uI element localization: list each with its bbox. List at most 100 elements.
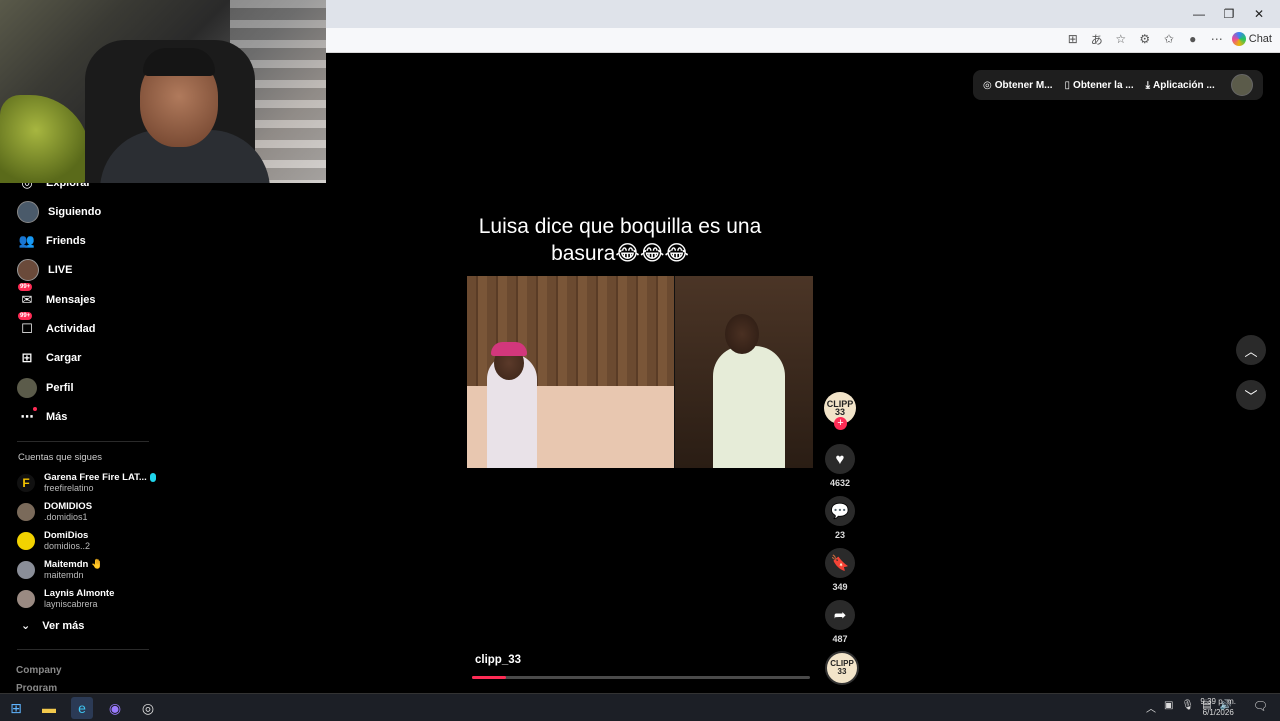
following-account[interactable]: F Garena Free Fire LAT... freefirelatino bbox=[17, 470, 156, 496]
app-available-icon[interactable]: ⊞ bbox=[1064, 30, 1082, 48]
sidebar-item-mas[interactable]: ⋯ Más bbox=[17, 405, 67, 429]
video-author[interactable]: clipp_33 bbox=[475, 654, 521, 666]
see-more-label: Ver más bbox=[42, 619, 85, 632]
file-explorer-icon[interactable]: ▬ bbox=[38, 697, 60, 719]
sidebar-item-siguiendo[interactable]: Siguiendo bbox=[17, 200, 101, 224]
bookmark-icon: 🔖 bbox=[830, 555, 850, 572]
sidebar-item-live[interactable]: LIVE bbox=[17, 258, 72, 282]
sidebar-item-label: Cargar bbox=[46, 352, 82, 364]
tray-expand-icon[interactable]: ︿ bbox=[1146, 700, 1156, 715]
account-handle: .domidios1 bbox=[44, 512, 88, 522]
sidebar-item-label: LIVE bbox=[48, 264, 73, 276]
get-coins-button[interactable]: ◎ Obtener M... bbox=[983, 80, 1053, 91]
top-action-label: Obtener la ... bbox=[1073, 79, 1134, 91]
comment-count: 23 bbox=[834, 530, 845, 540]
video-progress-bar[interactable] bbox=[472, 676, 810, 679]
notifications-icon[interactable]: 🗨 bbox=[1253, 699, 1268, 713]
top-action-label: Obtener M... bbox=[994, 79, 1053, 91]
account-name: Maitemdn 🤚 bbox=[44, 559, 103, 570]
account-names: Garena Free Fire LAT... freefirelatino bbox=[44, 472, 147, 494]
translate-icon[interactable]: あ bbox=[1088, 30, 1106, 48]
close-button[interactable]: ✕ bbox=[1244, 4, 1274, 24]
follow-plus-button[interactable]: + bbox=[834, 417, 847, 430]
video-player[interactable] bbox=[467, 276, 813, 468]
account-handle: layniscabrera bbox=[44, 599, 98, 609]
copilot-icon bbox=[1231, 32, 1246, 46]
toolbar-icons: ⊞ あ ☆ ⚙ ✩ ● ⋯ Chat bbox=[1064, 30, 1272, 48]
sidebar-item-perfil[interactable]: Perfil bbox=[17, 376, 74, 400]
account-handle: maitemdn bbox=[44, 570, 84, 580]
window-controls: — ❐ ✕ bbox=[1184, 4, 1274, 24]
account-name: DOMIDIOS bbox=[44, 501, 93, 512]
account-avatar bbox=[17, 561, 35, 579]
discord-icon[interactable]: ◉ bbox=[104, 697, 126, 719]
sidebar-item-label: Friends bbox=[46, 235, 86, 247]
following-account[interactable]: DOMIDIOS .domidios1 bbox=[17, 499, 92, 525]
share-button[interactable]: ➦ bbox=[825, 600, 855, 630]
account-avatar: F bbox=[17, 474, 35, 492]
video-caption: Luisa dice que boquilla es una basura😂😂😂 bbox=[478, 215, 762, 265]
comment-button[interactable]: 💬 bbox=[825, 496, 855, 526]
sidebar-item-label: Mensajes bbox=[46, 294, 96, 306]
account-avatar bbox=[17, 590, 35, 608]
messages-icon: ✉ 99+ bbox=[18, 283, 33, 307]
like-count: 4632 bbox=[829, 478, 851, 488]
account-handle: freefirelatino bbox=[44, 483, 94, 493]
favorite-star-icon[interactable]: ☆ bbox=[1112, 30, 1130, 48]
download-app-button[interactable]: ⤓ Aplicación ... bbox=[1146, 80, 1215, 91]
following-account[interactable]: Laynis Almonte layniscabrera bbox=[17, 586, 114, 612]
account-names: DomiDios domidios..2 bbox=[44, 530, 90, 552]
account-name: Garena Free Fire LAT... bbox=[44, 472, 147, 483]
maximize-button[interactable]: ❐ bbox=[1214, 4, 1244, 24]
share-icon: ➦ bbox=[833, 607, 847, 624]
following-avatar bbox=[17, 201, 39, 223]
webcam-hair bbox=[143, 48, 215, 76]
profile-icon[interactable]: ● bbox=[1184, 30, 1202, 48]
notification-dot bbox=[33, 407, 37, 411]
footer-link-company[interactable]: Company bbox=[16, 665, 62, 676]
tray-app-icon[interactable]: ▣ bbox=[1164, 700, 1173, 715]
clock-date: 6/1/2026 bbox=[1202, 708, 1234, 717]
extensions-icon[interactable]: ⚙ bbox=[1136, 30, 1154, 48]
sidebar-item-mensajes[interactable]: ✉ 99+ Mensajes bbox=[17, 283, 96, 312]
sidebar-item-label: Perfil bbox=[46, 382, 74, 394]
sidebar-item-label: Actividad bbox=[46, 323, 96, 335]
user-avatar[interactable] bbox=[1231, 74, 1253, 96]
next-video-button[interactable]: ﹀ bbox=[1236, 380, 1266, 410]
account-handle: domidios..2 bbox=[44, 541, 91, 551]
minimize-button[interactable]: — bbox=[1184, 4, 1214, 24]
save-button[interactable]: 🔖 bbox=[825, 548, 855, 578]
like-button[interactable]: ♥ bbox=[825, 444, 855, 474]
following-section-title: Cuentas que sigues bbox=[18, 452, 102, 463]
footer-link-program[interactable]: Program bbox=[16, 683, 57, 691]
following-account[interactable]: DomiDios domidios..2 bbox=[17, 528, 90, 554]
obs-icon[interactable]: ◎ bbox=[137, 697, 159, 719]
chevron-down-icon: ﹀ bbox=[1244, 388, 1258, 404]
microphone-icon[interactable]: 🎙 bbox=[1181, 700, 1194, 715]
webcam-green-object bbox=[0, 95, 90, 183]
music-disc-avatar[interactable]: CLIPP 33 bbox=[825, 651, 859, 685]
windows-start-icon[interactable]: ⊞ bbox=[5, 697, 27, 719]
following-account[interactable]: Maitemdn 🤚 maitemdn bbox=[17, 557, 103, 583]
get-app-button[interactable]: ▯ Obtener la ... bbox=[1065, 80, 1134, 91]
favorites-icon[interactable]: ✩ bbox=[1160, 30, 1178, 48]
heart-icon: ♥ bbox=[835, 450, 845, 468]
live-avatar bbox=[17, 259, 39, 281]
hand-emoji-icon: 🤚 bbox=[90, 559, 103, 570]
messages-badge: 99+ bbox=[18, 283, 33, 291]
profile-avatar bbox=[17, 378, 37, 398]
sidebar-divider bbox=[17, 441, 149, 442]
copilot-chat-button[interactable]: Chat bbox=[1231, 32, 1272, 46]
sidebar-item-actividad[interactable]: ☐ 99+ Actividad bbox=[17, 312, 96, 341]
more-menu-icon[interactable]: ⋯ bbox=[1208, 30, 1226, 48]
friends-icon: 👥 bbox=[18, 233, 36, 248]
edge-browser-icon[interactable]: e bbox=[71, 697, 93, 719]
webcam-overlay bbox=[0, 0, 326, 183]
sidebar-item-friends[interactable]: 👥 Friends bbox=[17, 229, 86, 253]
see-more-button[interactable]: ⌄ Ver más bbox=[21, 619, 85, 633]
chevron-down-icon: ⌄ bbox=[21, 620, 31, 632]
taskbar-clock[interactable]: 9:39 p. m. 6/1/2026 bbox=[1200, 696, 1236, 718]
clock-time: 9:39 p. m. bbox=[1200, 697, 1236, 706]
sidebar-item-cargar[interactable]: ⊞ Cargar bbox=[17, 346, 82, 370]
previous-video-button[interactable]: ︿ bbox=[1236, 335, 1266, 365]
